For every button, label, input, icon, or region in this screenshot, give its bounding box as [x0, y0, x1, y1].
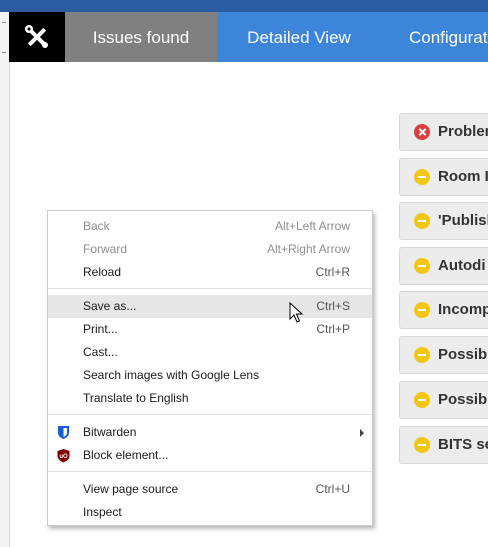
- menu-item-label: Translate to English: [83, 391, 189, 405]
- issue-item[interactable]: Possibl: [399, 336, 488, 374]
- menu-item-label: Search images with Google Lens: [83, 368, 260, 382]
- error-icon: [414, 124, 430, 140]
- edge-tick: [2, 22, 6, 23]
- menu-item-label: Print...: [83, 322, 118, 336]
- warning-icon: [414, 302, 430, 318]
- warning-icon: [414, 437, 430, 453]
- menu-item-view-page-source[interactable]: View page source Ctrl+U: [48, 478, 372, 501]
- menu-item-label: Cast...: [83, 345, 118, 359]
- tab-issues-found[interactable]: Issues found: [65, 12, 217, 62]
- warning-icon: [414, 392, 430, 408]
- menu-item-label: Back: [83, 219, 110, 233]
- menu-item-save-as[interactable]: Save as... Ctrl+S: [48, 295, 372, 318]
- menu-item-shortcut: Ctrl+P: [316, 322, 350, 336]
- tab-configuration[interactable]: Configuration: [381, 12, 488, 62]
- mouse-cursor-icon: [289, 302, 303, 323]
- issue-item[interactable]: Autodi: [399, 247, 488, 285]
- warning-icon: [414, 213, 430, 229]
- left-window-edge: [0, 12, 10, 547]
- ublock-origin-icon: uO: [57, 449, 70, 463]
- menu-item-shortcut: Ctrl+U: [315, 482, 350, 496]
- menu-item-label: Reload: [83, 265, 122, 279]
- menu-item-reload[interactable]: Reload Ctrl+R: [48, 261, 372, 284]
- issue-item[interactable]: Possibl: [399, 381, 488, 419]
- issue-item[interactable]: Room I: [399, 158, 488, 196]
- menu-item-bitwarden[interactable]: Bitwarden: [48, 421, 372, 444]
- menu-item-search-google-lens[interactable]: Search images with Google Lens: [48, 364, 372, 387]
- menu-item-shortcut: Ctrl+R: [315, 265, 350, 279]
- issue-label: Autodi: [438, 257, 486, 274]
- issue-item[interactable]: BITS se: [399, 426, 488, 464]
- menu-separator: [48, 288, 372, 289]
- issue-label: Possibl: [438, 391, 488, 408]
- issue-item[interactable]: 'Publish: [399, 202, 488, 240]
- issue-item[interactable]: Problem: [399, 113, 488, 151]
- warning-icon: [414, 347, 430, 363]
- tools-icon[interactable]: [9, 12, 65, 62]
- submenu-arrow-icon: [360, 429, 364, 437]
- menu-item-label: Save as...: [83, 299, 137, 313]
- issue-label: Possibl: [438, 346, 488, 363]
- issue-label: Problem: [438, 123, 488, 140]
- menu-item-back[interactable]: Back Alt+Left Arrow: [48, 215, 372, 238]
- menu-item-label: View page source: [83, 482, 179, 496]
- menu-item-forward[interactable]: Forward Alt+Right Arrow: [48, 238, 372, 261]
- top-navbar: Issues found Detailed View Configuration: [9, 12, 488, 62]
- menu-separator: [48, 414, 372, 415]
- issue-label: BITS se: [438, 436, 488, 453]
- menu-item-shortcut: Alt+Right Arrow: [266, 242, 350, 256]
- menu-item-block-element[interactable]: uO Block element...: [48, 444, 372, 467]
- context-menu: Back Alt+Left Arrow Forward Alt+Right Ar…: [47, 210, 373, 526]
- issue-label: Room I: [438, 168, 488, 185]
- menu-item-shortcut: Ctrl+S: [316, 299, 350, 313]
- menu-item-cast[interactable]: Cast...: [48, 341, 372, 364]
- issue-item[interactable]: Incomp: [399, 291, 488, 329]
- warning-icon: [414, 169, 430, 185]
- tab-detailed-view[interactable]: Detailed View: [217, 12, 381, 62]
- issue-label: 'Publish: [438, 212, 488, 229]
- window-title-bar: [0, 0, 488, 12]
- menu-item-label: Forward: [83, 242, 128, 256]
- menu-item-translate[interactable]: Translate to English: [48, 387, 372, 410]
- issue-label: Incomp: [438, 301, 488, 318]
- menu-item-label: Bitwarden: [83, 425, 137, 439]
- warning-icon: [414, 258, 430, 274]
- menu-item-print[interactable]: Print... Ctrl+P: [48, 318, 372, 341]
- menu-item-label: Block element...: [83, 448, 169, 462]
- menu-item-shortcut: Alt+Left Arrow: [274, 219, 350, 233]
- edge-tick: [2, 52, 6, 53]
- menu-item-inspect[interactable]: Inspect: [48, 501, 372, 524]
- bitwarden-shield-icon: [58, 426, 69, 439]
- svg-text:uO: uO: [59, 454, 68, 460]
- menu-item-label: Inspect: [83, 505, 122, 519]
- menu-separator: [48, 471, 372, 472]
